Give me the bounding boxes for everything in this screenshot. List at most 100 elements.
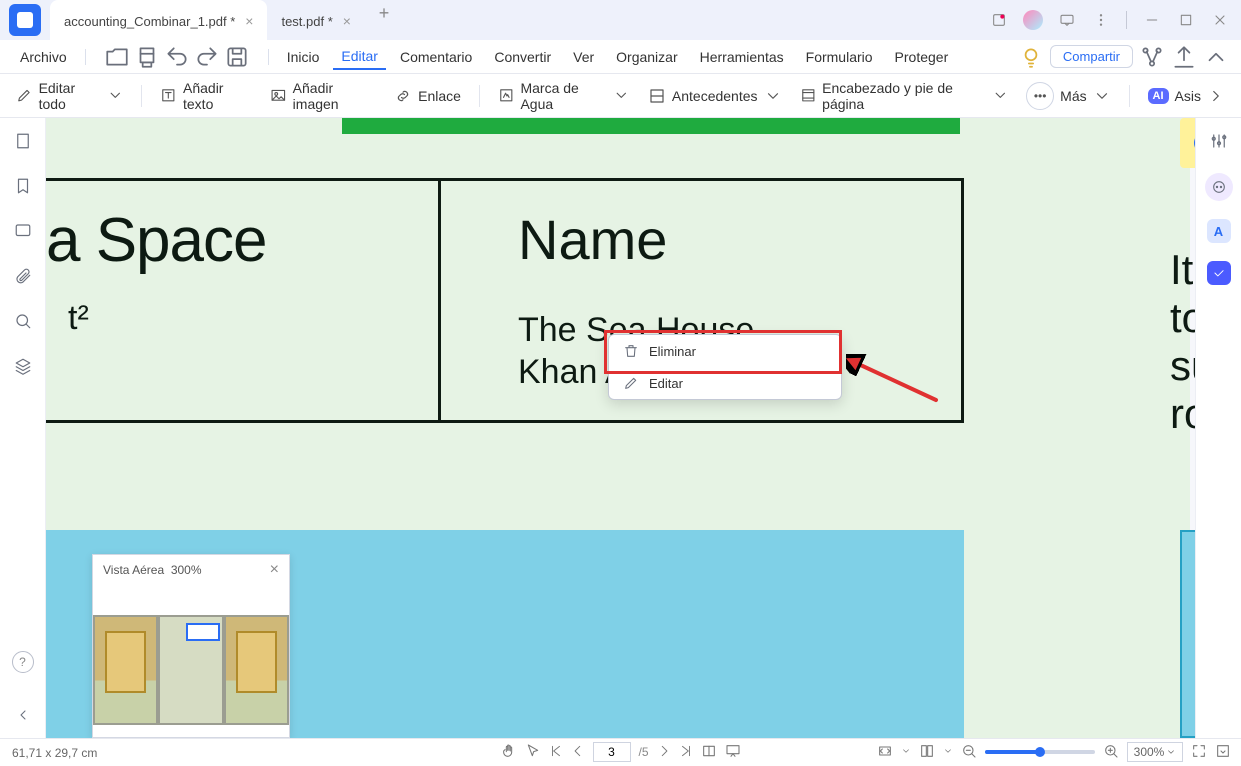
viewport-indicator[interactable] bbox=[186, 623, 220, 641]
status-bar: 61,71 x 29,7 cm /5 300% bbox=[0, 738, 1241, 766]
chevron-down-icon bbox=[107, 87, 124, 105]
menu-file[interactable]: Archivo bbox=[12, 45, 75, 69]
prev-page-icon[interactable] bbox=[570, 744, 584, 761]
zoom-value[interactable]: 300% bbox=[1127, 742, 1183, 762]
more-button[interactable]: ••• Más bbox=[1026, 82, 1110, 110]
banner bbox=[342, 118, 960, 134]
menu-convert[interactable]: Convertir bbox=[486, 45, 559, 69]
document-tabs: accounting_Combinar_1.pdf * × test.pdf *… bbox=[50, 0, 397, 40]
workspace: ? a Space t² Name The Sea House Khan Arc… bbox=[0, 118, 1241, 738]
help-icon[interactable]: ? bbox=[12, 651, 34, 673]
chevron-down-icon bbox=[764, 87, 782, 105]
aerial-thumbnail[interactable] bbox=[93, 615, 289, 725]
save-icon[interactable] bbox=[224, 44, 250, 70]
zoom-controls: 300% bbox=[877, 738, 1231, 766]
minimize-icon[interactable] bbox=[1137, 5, 1167, 35]
watermark-button[interactable]: Marca de Agua bbox=[498, 80, 630, 112]
zoom-out-icon[interactable] bbox=[961, 743, 977, 762]
menu-form[interactable]: Formulario bbox=[798, 45, 881, 69]
last-page-icon[interactable] bbox=[679, 744, 693, 761]
read-mode-icon[interactable] bbox=[701, 743, 717, 762]
chevron-down-icon[interactable] bbox=[901, 745, 911, 759]
maximize-icon[interactable] bbox=[1171, 5, 1201, 35]
header-icon bbox=[800, 87, 817, 105]
avatar-icon[interactable] bbox=[1018, 5, 1048, 35]
tab-label: test.pdf * bbox=[281, 14, 332, 29]
chevron-left-icon[interactable] bbox=[15, 707, 31, 728]
notification-icon[interactable] bbox=[984, 5, 1014, 35]
sliders-icon[interactable] bbox=[1210, 132, 1228, 155]
layout-icon[interactable] bbox=[919, 743, 935, 762]
presentation-icon[interactable] bbox=[725, 743, 741, 762]
page-input[interactable] bbox=[592, 742, 630, 762]
redo-icon[interactable] bbox=[194, 44, 220, 70]
label: Marca de Agua bbox=[520, 80, 607, 112]
open-icon[interactable] bbox=[104, 44, 130, 70]
more-icon[interactable] bbox=[1086, 5, 1116, 35]
sticky-note[interactable]: W bbox=[1180, 118, 1195, 168]
attachment-icon[interactable] bbox=[14, 267, 32, 290]
context-delete[interactable]: Eliminar bbox=[609, 335, 841, 367]
chevron-down-icon[interactable] bbox=[943, 745, 953, 759]
menu-view[interactable]: Ver bbox=[565, 45, 602, 69]
undo-icon[interactable] bbox=[164, 44, 190, 70]
menu-tools[interactable]: Herramientas bbox=[692, 45, 792, 69]
edit-all-button[interactable]: Editar todo bbox=[16, 80, 123, 112]
pencil-icon bbox=[623, 375, 639, 391]
select-icon[interactable] bbox=[524, 743, 540, 762]
tasks-icon[interactable] bbox=[1207, 261, 1231, 285]
thumbnails-icon[interactable] bbox=[14, 132, 32, 155]
document-tab[interactable]: accounting_Combinar_1.pdf * × bbox=[50, 0, 267, 40]
chevron-up-icon[interactable] bbox=[1203, 44, 1229, 70]
layers-icon[interactable] bbox=[14, 357, 32, 380]
hand-icon[interactable] bbox=[500, 743, 516, 762]
collapse-icon[interactable] bbox=[1215, 743, 1231, 762]
bulb-icon[interactable] bbox=[1018, 44, 1044, 70]
pencil-icon bbox=[16, 87, 33, 105]
zoom-slider[interactable] bbox=[985, 750, 1095, 754]
add-tab-button[interactable]: + bbox=[371, 0, 397, 26]
close-icon[interactable]: × bbox=[270, 561, 279, 579]
next-page-icon[interactable] bbox=[657, 744, 671, 761]
link-button[interactable]: Enlace bbox=[394, 87, 461, 105]
first-page-icon[interactable] bbox=[548, 744, 562, 761]
add-image-button[interactable]: Añadir imagen bbox=[270, 80, 376, 112]
background-button[interactable]: Antecedentes bbox=[648, 87, 782, 105]
add-text-button[interactable]: Añadir texto bbox=[160, 80, 252, 112]
fullscreen-icon[interactable] bbox=[1191, 743, 1207, 762]
chat-icon[interactable] bbox=[1052, 5, 1082, 35]
share-button[interactable]: Compartir bbox=[1050, 45, 1133, 68]
context-edit[interactable]: Editar bbox=[609, 367, 841, 399]
zoom-in-icon[interactable] bbox=[1103, 743, 1119, 762]
close-window-icon[interactable] bbox=[1205, 5, 1235, 35]
menu-bar: Archivo Inicio Editar Comentario Convert… bbox=[0, 40, 1241, 74]
ai-assist-button[interactable]: AI Asis bbox=[1148, 87, 1225, 105]
label: Encabezado y pie de página bbox=[822, 80, 985, 112]
menu-home[interactable]: Inicio bbox=[279, 45, 328, 69]
document-stage[interactable]: a Space t² Name The Sea House Khan Archi… bbox=[46, 118, 1195, 738]
aerial-title: Vista Aérea bbox=[103, 563, 164, 577]
menu-comment[interactable]: Comentario bbox=[392, 45, 480, 69]
close-icon[interactable]: × bbox=[245, 13, 253, 29]
translate-icon[interactable]: A bbox=[1207, 219, 1231, 243]
search-icon[interactable] bbox=[14, 312, 32, 335]
header-footer-button[interactable]: Encabezado y pie de página bbox=[800, 80, 1009, 112]
menu-edit[interactable]: Editar bbox=[333, 44, 386, 70]
menu-protect[interactable]: Proteger bbox=[887, 45, 957, 69]
ai-chat-icon[interactable] bbox=[1205, 173, 1233, 201]
upload-icon[interactable] bbox=[1171, 44, 1197, 70]
aerial-view-panel[interactable]: Vista Aérea 300% × bbox=[92, 554, 290, 738]
tab-label: accounting_Combinar_1.pdf * bbox=[64, 14, 235, 29]
label: Añadir texto bbox=[183, 80, 252, 112]
print-icon[interactable] bbox=[134, 44, 160, 70]
connect-icon[interactable] bbox=[1139, 44, 1165, 70]
label: Editar bbox=[649, 376, 683, 391]
document-tab[interactable]: test.pdf * × bbox=[267, 0, 365, 40]
bookmark-icon[interactable] bbox=[14, 177, 32, 200]
chevron-down-icon bbox=[613, 87, 630, 105]
app-logo[interactable] bbox=[9, 4, 41, 36]
fit-width-icon[interactable] bbox=[877, 743, 893, 762]
comments-icon[interactable] bbox=[14, 222, 32, 245]
menu-organize[interactable]: Organizar bbox=[608, 45, 685, 69]
close-icon[interactable]: × bbox=[343, 13, 351, 29]
